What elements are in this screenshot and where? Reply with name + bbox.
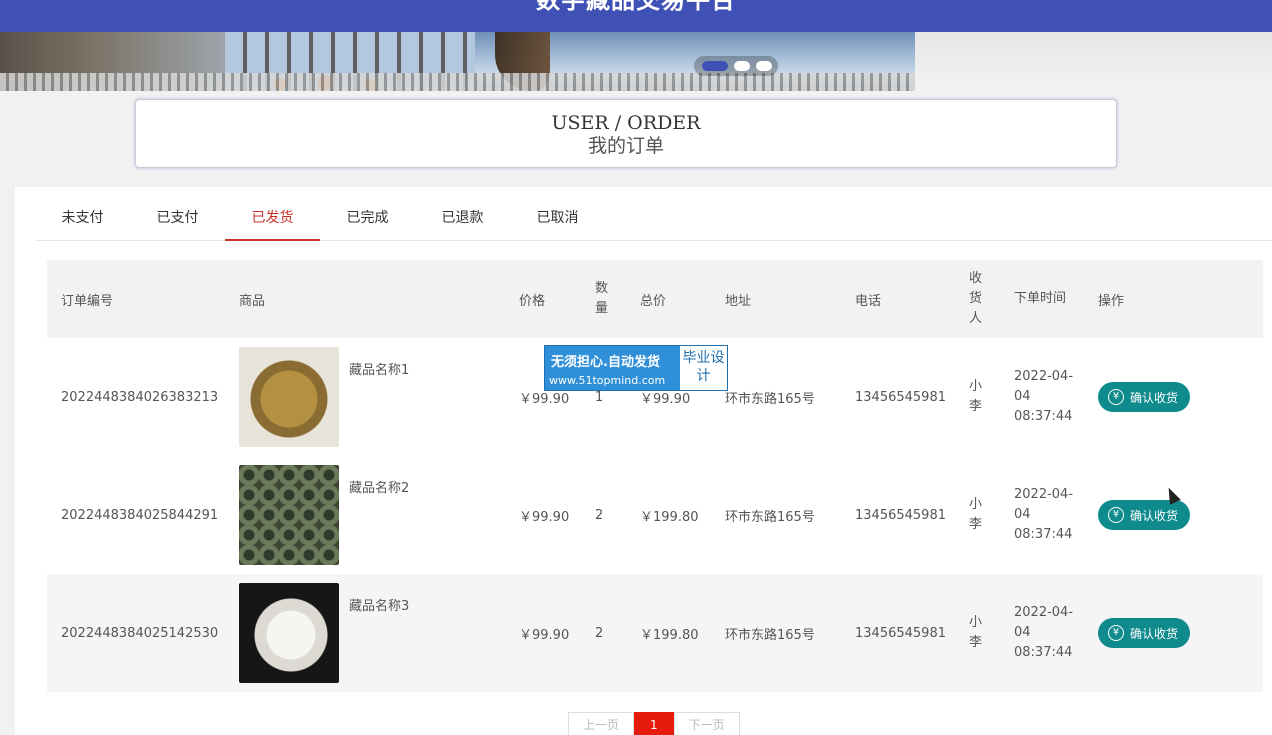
confirm-receipt-label: 确认收货 xyxy=(1130,626,1179,641)
confirm-receipt-button[interactable]: ¥ 确认收货 xyxy=(1098,382,1191,412)
header-total: 总价 xyxy=(640,293,667,309)
receiver: 小李 xyxy=(969,615,983,650)
banner-carousel[interactable] xyxy=(0,32,1272,91)
yen-circle-icon: ¥ xyxy=(1108,389,1124,405)
banner-image-right xyxy=(915,32,1272,91)
order-id: 2022448384025142530 xyxy=(61,625,219,641)
carousel-indicators xyxy=(694,56,778,76)
goods-name[interactable]: 藏品名称1 xyxy=(349,359,409,378)
order-time: 2022-04-04 08:37:44 xyxy=(1014,487,1074,542)
header-qty: 数量 xyxy=(595,281,609,316)
table-row: 2022448384025844291 藏品名称2 ￥99.90 2 ￥199.… xyxy=(47,456,1263,574)
next-page-button[interactable]: 下一页 xyxy=(673,712,740,735)
address: 环市东路165号 xyxy=(725,391,815,407)
page-heading-en: USER / ORDER xyxy=(551,112,701,134)
site-title: 数字藏品交易平台 xyxy=(536,0,736,14)
price: ￥99.90 xyxy=(519,509,570,525)
header-action: 操作 xyxy=(1098,293,1125,309)
tab-completed[interactable]: 已完成 xyxy=(320,201,415,241)
total-price: ￥199.80 xyxy=(640,627,699,643)
tab-paid[interactable]: 已支付 xyxy=(130,201,225,241)
orders-table: 订单编号 商品 价格 数量 总价 地址 电话 收货人 下单时间 操作 20224… xyxy=(47,260,1263,692)
confirm-receipt-button[interactable]: ¥ 确认收货 xyxy=(1098,500,1191,530)
goods-name[interactable]: 藏品名称3 xyxy=(349,595,409,614)
goods-thumbnail[interactable] xyxy=(239,465,339,565)
tab-shipped[interactable]: 已发货 xyxy=(225,201,320,241)
phone: 13456545981 xyxy=(855,507,946,523)
watermark-badge: 毕业设计 xyxy=(680,346,727,390)
goods-thumbnail[interactable] xyxy=(239,347,339,447)
goods-cell: 藏品名称1 xyxy=(239,338,514,456)
phone: 13456545981 xyxy=(855,625,946,641)
quantity: 2 xyxy=(595,625,604,641)
header-goods: 商品 xyxy=(239,293,266,309)
order-id: 2022448384026383213 xyxy=(61,389,219,405)
page-1-button[interactable]: 1 xyxy=(634,712,674,735)
watermark-overlay: 无须担心.自动发货 www.51topmind.com 毕业设计 xyxy=(544,345,728,391)
receiver: 小李 xyxy=(969,379,983,414)
goods-name[interactable]: 藏品名称2 xyxy=(349,477,409,496)
goods-info: 藏品名称2 xyxy=(239,465,409,565)
goods-thumbnail[interactable] xyxy=(239,583,339,683)
address: 环市东路165号 xyxy=(725,509,815,525)
top-header: 数字藏品交易平台 xyxy=(0,0,1272,32)
goods-info: 藏品名称3 xyxy=(239,583,409,683)
goods-info: 藏品名称1 xyxy=(239,347,409,447)
watermark-line2: www.51topmind.com xyxy=(549,374,666,387)
header-time: 下单时间 xyxy=(1014,291,1067,306)
page-heading: USER / ORDER 我的订单 xyxy=(135,99,1117,168)
tab-cancelled[interactable]: 已取消 xyxy=(510,201,605,241)
pagination: 上一页 1 下一页 xyxy=(568,712,740,735)
header-address: 地址 xyxy=(725,293,752,309)
carousel-dot-2[interactable] xyxy=(734,61,750,71)
order-time: 2022-04-04 08:37:44 xyxy=(1014,605,1074,660)
tab-unpaid[interactable]: 未支付 xyxy=(35,201,130,241)
header-price: 价格 xyxy=(519,293,546,309)
prev-page-button[interactable]: 上一页 xyxy=(568,712,635,735)
carousel-dot-1[interactable] xyxy=(702,61,728,71)
quantity: 2 xyxy=(595,507,604,523)
header-order-id: 订单编号 xyxy=(61,293,114,309)
confirm-receipt-button[interactable]: ¥ 确认收货 xyxy=(1098,618,1191,648)
goods-cell: 藏品名称3 xyxy=(239,574,514,692)
header-phone: 电话 xyxy=(855,293,882,309)
action-cell: ¥ 确认收货 xyxy=(1098,456,1218,574)
header-receiver: 收货人 xyxy=(969,271,983,326)
action-cell: ¥ 确认收货 xyxy=(1098,338,1218,456)
order-id: 2022448384025844291 xyxy=(61,507,219,523)
table-header: 订单编号 商品 价格 数量 总价 地址 电话 收货人 下单时间 操作 xyxy=(47,260,1263,338)
goods-cell: 藏品名称2 xyxy=(239,456,514,574)
total-price: ￥199.80 xyxy=(640,509,699,525)
address: 环市东路165号 xyxy=(725,627,815,643)
orders-panel: 未支付 已支付 已发货 已完成 已退款 已取消 订单编号 商品 价格 数量 总价… xyxy=(15,187,1272,735)
confirm-receipt-label: 确认收货 xyxy=(1130,508,1179,523)
price: ￥99.90 xyxy=(519,627,570,643)
carousel-dot-3[interactable] xyxy=(756,61,772,71)
banner-image-fence xyxy=(0,73,920,91)
page-heading-zh: 我的订单 xyxy=(587,135,664,157)
watermark-line1: 无须担心.自动发货 xyxy=(551,355,660,370)
order-time: 2022-04-04 08:37:44 xyxy=(1014,369,1074,424)
watermark-text: 无须担心.自动发货 www.51topmind.com xyxy=(545,346,679,390)
tab-refunded[interactable]: 已退款 xyxy=(415,201,510,241)
action-cell: ¥ 确认收货 xyxy=(1098,574,1218,692)
phone: 13456545981 xyxy=(855,389,946,405)
receiver: 小李 xyxy=(969,497,983,532)
confirm-receipt-label: 确认收货 xyxy=(1130,390,1179,405)
yen-circle-icon: ¥ xyxy=(1108,625,1124,641)
order-status-tabs: 未支付 已支付 已发货 已完成 已退款 已取消 xyxy=(35,201,1272,241)
table-row: 2022448384025142530 藏品名称3 ￥99.90 2 ￥199.… xyxy=(47,574,1263,692)
yen-circle-icon: ¥ xyxy=(1108,507,1124,523)
